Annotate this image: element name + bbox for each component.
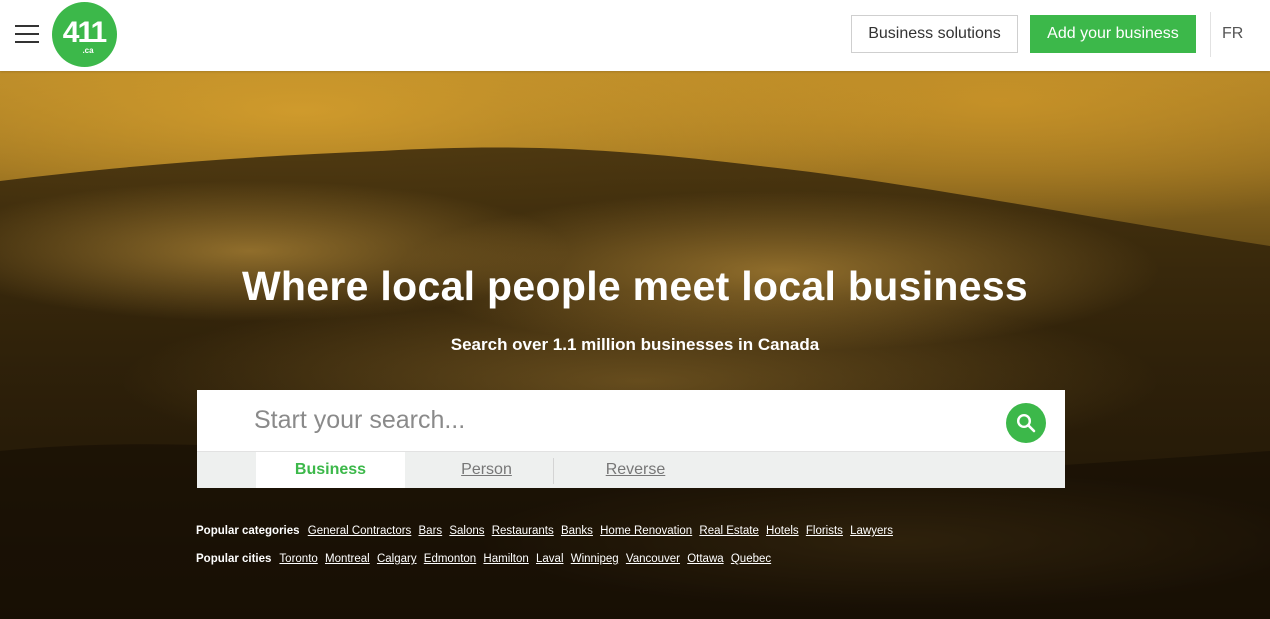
popular-cities-label: Popular cities — [196, 553, 272, 565]
search-panel: Business Person Reverse — [197, 390, 1065, 488]
city-link[interactable]: Edmonton — [424, 553, 476, 565]
category-link[interactable]: Banks — [561, 525, 593, 537]
category-link[interactable]: Florists — [806, 525, 843, 537]
popular-categories: Popular categories General Contractors B… — [196, 525, 897, 537]
category-link[interactable]: General Contractors — [308, 525, 412, 537]
city-link[interactable]: Vancouver — [626, 553, 680, 565]
header-divider — [1210, 12, 1211, 57]
svg-text:411: 411 — [63, 16, 107, 49]
city-link[interactable]: Toronto — [279, 553, 317, 565]
category-link[interactable]: Real Estate — [699, 525, 758, 537]
svg-text:.ca: .ca — [82, 46, 94, 55]
add-your-business-button[interactable]: Add your business — [1030, 15, 1196, 53]
city-link[interactable]: Winnipeg — [571, 553, 619, 565]
category-link[interactable]: Home Renovation — [600, 525, 692, 537]
city-link[interactable]: Montreal — [325, 553, 370, 565]
hamburger-menu-icon[interactable] — [15, 25, 39, 45]
search-type-tabs: Business Person Reverse — [197, 451, 1065, 488]
category-link[interactable]: Lawyers — [850, 525, 893, 537]
tab-person[interactable]: Person — [409, 452, 564, 488]
city-link[interactable]: Calgary — [377, 553, 417, 565]
search-icon — [1016, 413, 1036, 433]
search-button[interactable] — [1006, 403, 1046, 443]
city-link[interactable]: Quebec — [731, 553, 771, 565]
hero-headline: Where local people meet local business — [241, 263, 1029, 309]
category-link[interactable]: Salons — [449, 525, 484, 537]
tab-business[interactable]: Business — [256, 452, 405, 488]
city-link[interactable]: Ottawa — [687, 553, 723, 565]
category-link[interactable]: Hotels — [766, 525, 799, 537]
language-toggle[interactable]: FR — [1222, 25, 1243, 43]
popular-cities: Popular cities Toronto Montreal Calgary … — [196, 553, 775, 565]
search-input[interactable] — [197, 390, 1065, 451]
hero-subheadline: Search over 1.1 million businesses in Ca… — [450, 335, 820, 354]
popular-categories-label: Popular categories — [196, 525, 300, 537]
tab-reverse[interactable]: Reverse — [558, 452, 713, 488]
top-header: 411 .ca Business solutions Add your busi… — [0, 0, 1270, 71]
city-link[interactable]: Hamilton — [483, 553, 528, 565]
411-logo[interactable]: 411 .ca — [52, 2, 117, 67]
category-link[interactable]: Restaurants — [492, 525, 554, 537]
hero-banner: Where local people meet local business S… — [0, 71, 1270, 619]
category-link[interactable]: Bars — [419, 525, 443, 537]
tab-separator — [553, 458, 554, 484]
city-link[interactable]: Laval — [536, 553, 564, 565]
business-solutions-button[interactable]: Business solutions — [851, 15, 1018, 53]
